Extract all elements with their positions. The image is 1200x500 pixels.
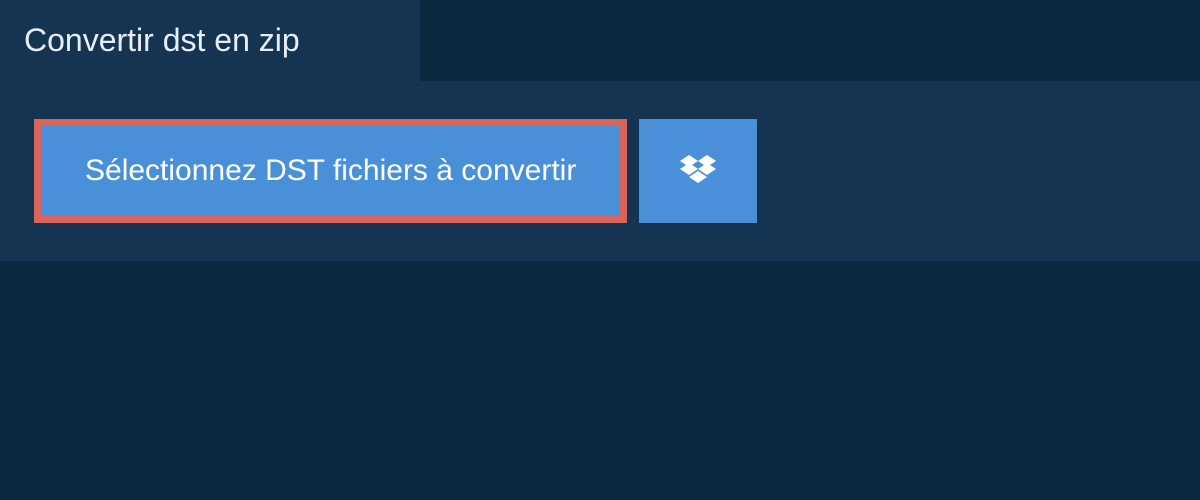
tab-label: Convertir dst en zip bbox=[24, 22, 300, 58]
converter-panel: Sélectionnez DST fichiers à convertir bbox=[0, 81, 1200, 261]
tab-convert[interactable]: Convertir dst en zip bbox=[0, 0, 420, 81]
select-files-label: Sélectionnez DST fichiers à convertir bbox=[85, 154, 576, 188]
select-files-button[interactable]: Sélectionnez DST fichiers à convertir bbox=[34, 119, 627, 223]
tab-bar: Convertir dst en zip bbox=[0, 0, 1200, 81]
action-row: Sélectionnez DST fichiers à convertir bbox=[34, 119, 1166, 223]
dropbox-button[interactable] bbox=[639, 119, 757, 223]
dropbox-icon bbox=[680, 155, 716, 187]
